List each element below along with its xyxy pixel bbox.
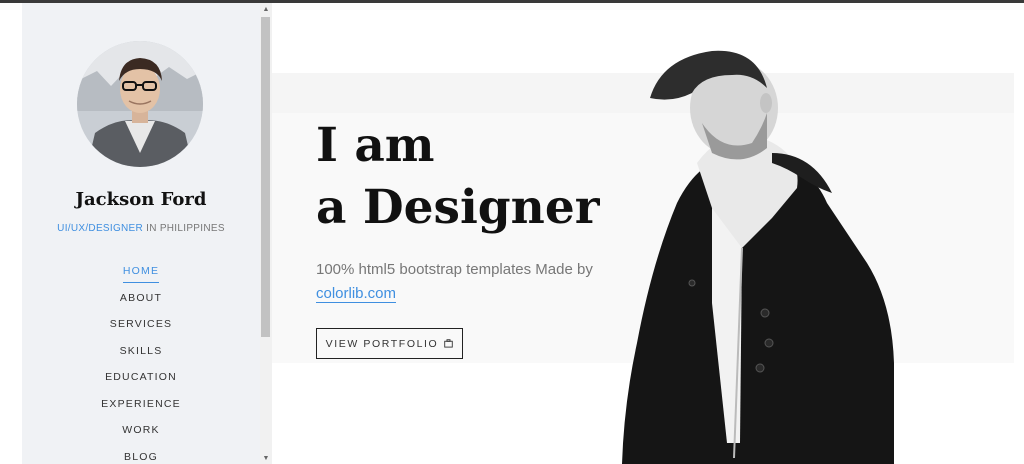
avatar [77, 41, 203, 167]
hero-subtext: 100% html5 bootstrap templates Made by c… [316, 258, 616, 306]
scroll-down-arrow-icon[interactable]: ▼ [260, 455, 272, 463]
nav-item-education[interactable]: EDUCATION [22, 367, 260, 394]
view-portfolio-button[interactable]: VIEW PORTFOLIO [316, 328, 463, 359]
sidebar-scrollbar[interactable]: ▲ ▼ [260, 3, 272, 464]
profile-role: UI/UX/DESIGNER IN PHILIPPINES [22, 223, 260, 234]
profile-name: Jackson Ford [75, 189, 207, 210]
profile-role-location: IN PHILIPPINES [143, 223, 225, 234]
hero-section: I am a Designer 100% html5 bootstrap tem… [272, 3, 1014, 464]
briefcase-icon [444, 339, 454, 348]
avatar-photo [77, 41, 203, 167]
hero-headline: I am a Designer [316, 115, 636, 239]
profile-role-link[interactable]: UI/UX/DESIGNER [57, 223, 143, 234]
nav-item-experience[interactable]: EXPERIENCE [22, 394, 260, 421]
nav-item-work[interactable]: WORK [22, 420, 260, 447]
colorlib-link[interactable]: colorlib.com [316, 285, 397, 303]
nav-item-skills[interactable]: SKILLS [22, 341, 260, 368]
nav-item-about[interactable]: ABOUT [22, 288, 260, 315]
right-gutter [1014, 3, 1024, 464]
sidebar: Jackson Ford UI/UX/DESIGNER IN PHILIPPIN… [22, 3, 260, 464]
left-gutter [0, 3, 22, 464]
nav-item-blog[interactable]: BLOG [22, 447, 260, 464]
sidebar-nav: HOME ABOUT SERVICES SKILLS EDUCATION EXP… [22, 261, 260, 464]
view-portfolio-label: VIEW PORTFOLIO [325, 337, 439, 350]
headline-line-2: a Designer [316, 180, 600, 235]
scroll-thumb[interactable] [261, 17, 270, 337]
nav-item-home[interactable]: HOME [22, 261, 260, 288]
hero-subtext-prefix: 100% html5 bootstrap templates Made by [316, 261, 593, 278]
headline-line-1: I am [316, 118, 435, 173]
scroll-up-arrow-icon[interactable]: ▲ [260, 5, 272, 15]
nav-item-services[interactable]: SERVICES [22, 314, 260, 341]
